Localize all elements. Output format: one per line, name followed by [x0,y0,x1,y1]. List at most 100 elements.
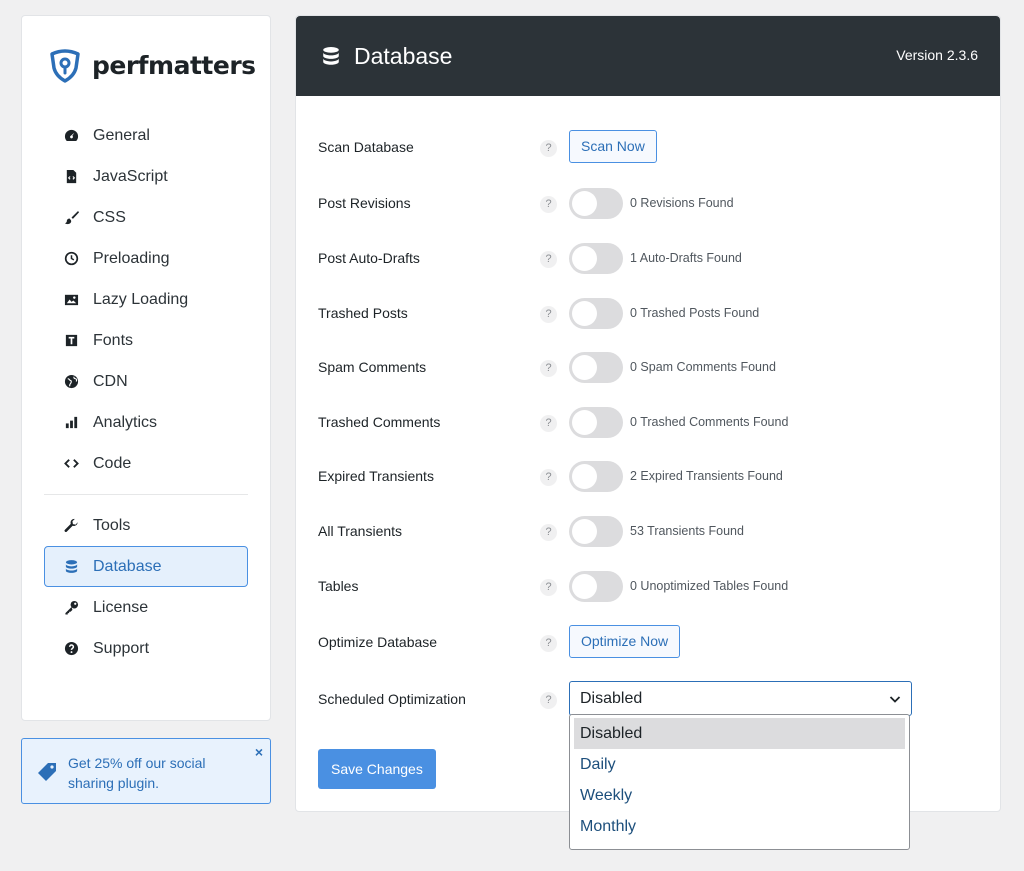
sidebar-item-label: Lazy Loading [93,290,189,308]
code-icon [63,456,79,472]
database-icon [63,559,79,575]
sidebar-item-css[interactable]: CSS [44,197,248,238]
save-changes-button[interactable]: Save Changes [318,749,436,789]
sidebar-item-label: CDN [93,372,128,390]
option-weekly[interactable]: Weekly [574,780,905,811]
status-text: 53 Transients Found [630,524,744,538]
all-transients-toggle[interactable] [569,516,623,547]
status-text: 0 Trashed Comments Found [630,415,789,429]
toggle-knob [572,410,597,435]
scheduled-optimization-select[interactable]: Disabled [569,681,912,716]
database-icon [323,47,339,65]
sidebar-item-label: Support [93,639,150,657]
version-label: Version 2.3.6 [896,47,978,63]
setting-label: Scan Database [318,139,414,155]
help-icon[interactable]: ? [540,306,557,323]
option-daily[interactable]: Daily [574,749,905,780]
toggle-knob [572,574,597,599]
trashed-posts-toggle[interactable] [569,298,623,329]
sidebar-item-analytics[interactable]: Analytics [44,402,248,443]
key-icon [63,600,79,616]
promo-banner[interactable]: Get 25% off our social sharing plugin. × [21,738,271,804]
status-text: 0 Trashed Posts Found [630,306,760,320]
bar-chart-icon [63,415,79,431]
brand-logo[interactable]: perfmatters [46,46,256,84]
close-icon[interactable]: × [255,744,263,760]
clock-icon [63,251,79,267]
setting-label: Scheduled Optimization [318,691,466,707]
sidebar-item-database[interactable]: Database [44,546,248,587]
sidebar-item-license[interactable]: License [44,587,248,628]
help-icon[interactable]: ? [540,692,557,709]
setting-label: Post Auto-Drafts [318,250,420,266]
image-icon [63,292,79,308]
toggle-knob [572,519,597,544]
spam-comments-toggle[interactable] [569,352,623,383]
help-icon[interactable]: ? [540,415,557,432]
option-monthly[interactable]: Monthly [574,811,905,842]
help-icon[interactable]: ? [540,635,557,652]
tag-icon [38,763,56,781]
setting-row-scheduled-optimization: Scheduled Optimization ? Disabled [296,681,1000,718]
sidebar-item-javascript[interactable]: JavaScript [44,156,248,197]
setting-row-trashed-posts: Trashed Posts ? 0 Trashed Posts Found [296,296,1000,332]
sidebar-item-code[interactable]: Code [44,443,248,484]
sidebar-item-support[interactable]: Support [44,628,248,669]
post-auto-drafts-toggle[interactable] [569,243,623,274]
sidebar-item-label: CSS [93,208,126,226]
sidebar-item-label: Tools [93,516,131,534]
sidebar-item-label: JavaScript [93,167,168,185]
help-icon[interactable]: ? [540,196,557,213]
setting-label: Post Revisions [318,195,411,211]
sidebar-item-general[interactable]: General [44,115,248,156]
setting-row-trashed-comments: Trashed Comments ? 0 Trashed Comments Fo… [296,405,1000,441]
setting-label: Spam Comments [318,359,427,375]
sidebar-item-lazy-loading[interactable]: Lazy Loading [44,279,248,320]
optimize-now-button[interactable]: Optimize Now [569,625,681,658]
sidebar: perfmatters General JavaScript CSS Prelo… [21,15,271,721]
database-panel: Database Version 2.3.6 Scan Database ? S… [295,15,1001,812]
perfmatters-logo-icon [50,49,80,83]
sidebar-item-label: Analytics [93,413,158,431]
sidebar-item-fonts[interactable]: Fonts [44,320,248,361]
scheduled-optimization-options: Disabled Daily Weekly Monthly [569,714,910,850]
toggle-knob [572,301,597,326]
setting-label: Tables [318,578,359,594]
help-icon[interactable]: ? [540,469,557,486]
setting-row-scan-database: Scan Database ? Scan Now [296,130,1000,166]
setting-label: Expired Transients [318,468,434,484]
setting-row-all-transients: All Transients ? 53 Transients Found [296,514,1000,550]
trashed-comments-toggle[interactable] [569,407,623,438]
help-icon[interactable]: ? [540,140,557,157]
chevron-down-icon [889,696,901,703]
help-icon[interactable]: ? [540,524,557,541]
toggle-knob [572,355,597,380]
dashboard-icon [63,128,79,144]
post-revisions-toggle[interactable] [569,188,623,219]
status-text: 0 Unoptimized Tables Found [630,579,789,593]
help-icon[interactable]: ? [540,579,557,596]
setting-label: Trashed Posts [318,305,408,321]
sidebar-item-preloading[interactable]: Preloading [44,238,248,279]
status-text: 2 Expired Transients Found [630,469,783,483]
js-file-icon [63,169,79,185]
expired-transients-toggle[interactable] [569,461,623,492]
scan-now-button[interactable]: Scan Now [569,130,657,163]
help-icon[interactable]: ? [540,360,557,377]
toggle-knob [572,464,597,489]
sidebar-item-label: License [93,598,149,616]
panel-header: Database Version 2.3.6 [296,16,1000,96]
tables-toggle[interactable] [569,571,623,602]
question-icon [63,641,79,657]
wrench-icon [63,518,79,534]
help-icon[interactable]: ? [540,251,557,268]
sidebar-item-tools[interactable]: Tools [44,505,248,546]
sidebar-item-cdn[interactable]: CDN [44,361,248,402]
toggle-knob [572,191,597,216]
option-disabled[interactable]: Disabled [574,718,905,749]
sidebar-item-label: Database [93,557,162,575]
toggle-knob [572,246,597,271]
status-text: 0 Revisions Found [630,196,734,210]
brand-name: perfmatters [92,50,256,80]
promo-text: Get 25% off our social sharing plugin. [68,755,206,791]
